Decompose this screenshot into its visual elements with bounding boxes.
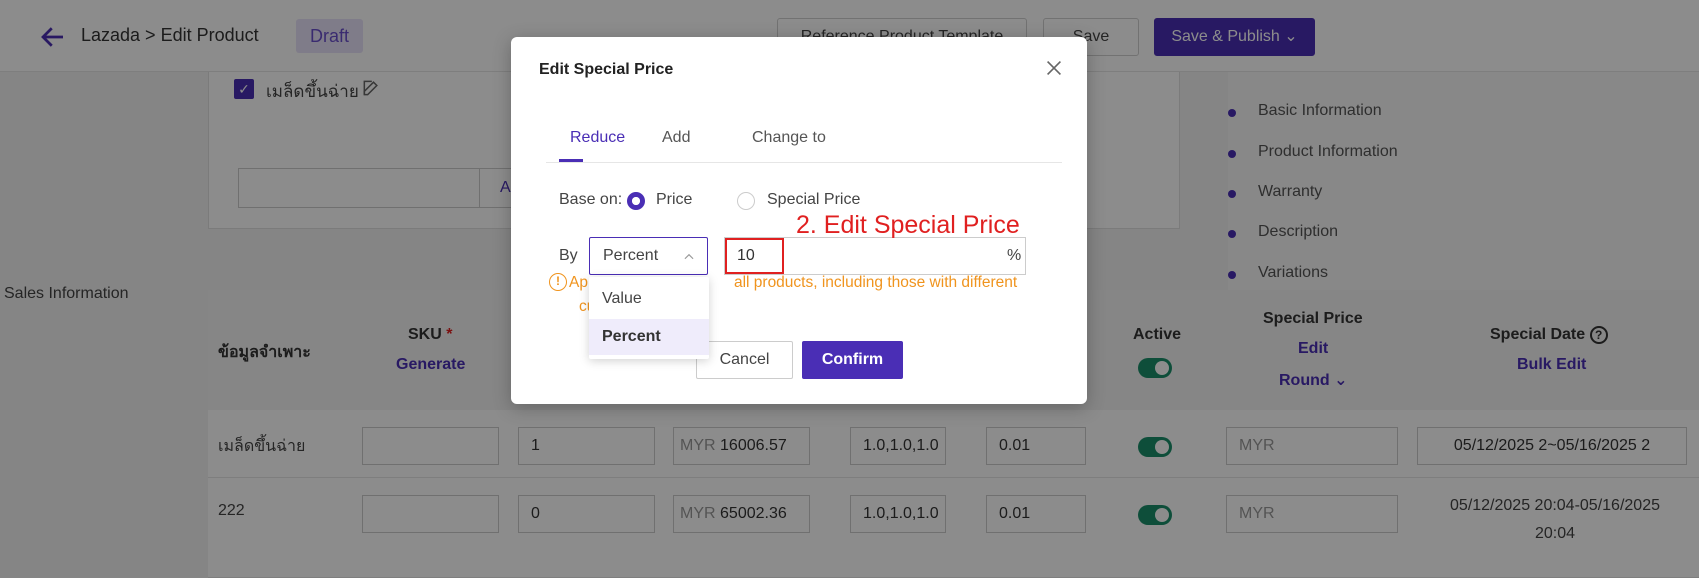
chevron-up-icon	[684, 253, 694, 260]
dropdown-option-value[interactable]: Value	[589, 281, 709, 317]
confirm-button[interactable]: Confirm	[802, 341, 903, 379]
tab-reduce[interactable]: Reduce	[570, 129, 625, 147]
edit-special-price-dialog: Edit Special Price Reduce Add Change to …	[511, 37, 1087, 404]
tab-add[interactable]: Add	[662, 129, 690, 147]
warning-line1-rest: all products, including those with diffe…	[733, 274, 1018, 291]
warning-icon: !	[549, 273, 567, 291]
by-label: By	[559, 247, 578, 264]
radio-price[interactable]	[627, 192, 645, 210]
annotation-label: 2. Edit Special Price	[796, 211, 1020, 239]
radio-price-label[interactable]: Price	[656, 191, 692, 209]
percent-unit: %	[1007, 247, 1022, 264]
highlight-box	[725, 238, 784, 274]
cancel-button[interactable]: Cancel	[696, 341, 793, 379]
by-select-value: Percent	[603, 247, 659, 264]
dialog-title: Edit Special Price	[539, 61, 674, 78]
by-dropdown-menu: Value Percent	[589, 277, 709, 359]
base-on-label: Base on:	[559, 191, 623, 208]
tab-change-to[interactable]: Change to	[752, 129, 826, 147]
dropdown-option-percent[interactable]: Percent	[589, 319, 709, 355]
active-tab-indicator	[559, 159, 583, 162]
by-select[interactable]: Percent	[589, 237, 708, 275]
radio-special-price[interactable]	[737, 192, 755, 210]
close-icon[interactable]	[1043, 57, 1065, 79]
operation-tabs: Reduce Add Change to	[546, 119, 1062, 163]
warning-line1-start: Ap	[569, 274, 588, 291]
radio-special-price-label[interactable]: Special Price	[767, 191, 860, 209]
